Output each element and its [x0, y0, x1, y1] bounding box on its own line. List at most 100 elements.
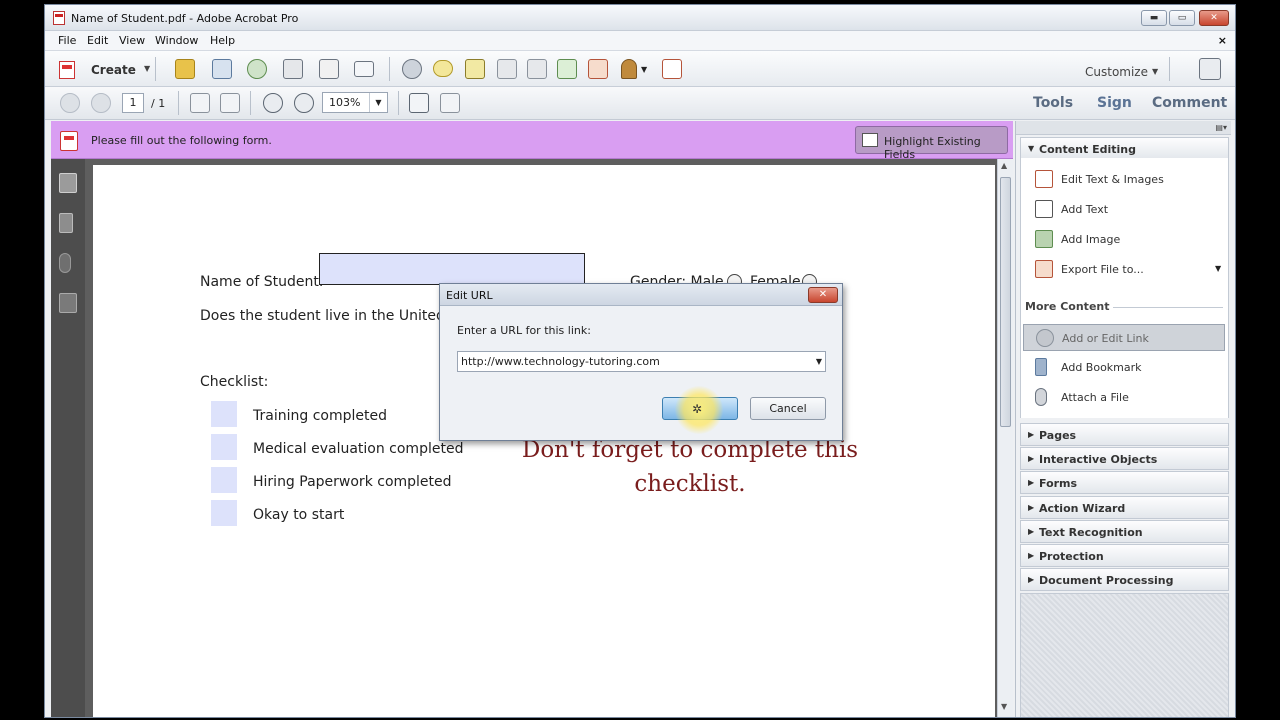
- dialog-close-button[interactable]: ✕: [808, 287, 838, 303]
- image-icon: [1035, 230, 1053, 248]
- tab-sign[interactable]: Sign: [1097, 95, 1132, 111]
- customize-menu[interactable]: Customize: [1085, 65, 1148, 79]
- dialog-title: Edit URL: [446, 289, 493, 302]
- url-dropdown-icon[interactable]: ▼: [816, 352, 822, 371]
- training-checkbox[interactable]: [211, 401, 237, 427]
- content-editing-header[interactable]: ▼ Content Editing: [1020, 137, 1229, 160]
- add-bookmark-item[interactable]: Add Bookmark: [1035, 356, 1223, 378]
- close-window-button[interactable]: ✕: [1199, 10, 1229, 26]
- notice-message: Please fill out the following form.: [91, 134, 272, 147]
- dialog-title-bar[interactable]: Edit URL ✕: [440, 284, 842, 306]
- collapsed-arrow-icon: ▶: [1028, 454, 1035, 463]
- cloud-upload-icon[interactable]: [247, 59, 267, 79]
- highlight-existing-fields-button[interactable]: Highlight Existing Fields: [855, 126, 1008, 161]
- zoom-in-icon[interactable]: [294, 93, 314, 113]
- text-recognition-section[interactable]: ▶ Text Recognition: [1020, 520, 1229, 543]
- export-file-item[interactable]: Export File to... ▼: [1035, 258, 1223, 280]
- hand-tool-icon[interactable]: [220, 93, 240, 113]
- redact-icon[interactable]: [497, 59, 517, 79]
- attach-file-item[interactable]: Attach a File: [1035, 386, 1223, 408]
- page-thumbnails-icon[interactable]: [59, 173, 77, 193]
- next-page-icon[interactable]: [91, 93, 111, 113]
- gear-icon[interactable]: [402, 59, 422, 79]
- item-label: Add Text: [1061, 203, 1109, 216]
- paperclip-icon: [1035, 388, 1047, 406]
- tab-tools[interactable]: Tools: [1033, 95, 1073, 111]
- edit-text-icon: [1035, 170, 1053, 188]
- menu-file[interactable]: File: [58, 34, 76, 47]
- add-or-edit-link-item[interactable]: Add or Edit Link: [1023, 324, 1225, 351]
- stamp-dropdown-icon[interactable]: ▼: [641, 65, 647, 74]
- zoom-level-field[interactable]: 103% ▼: [322, 92, 388, 113]
- text-box-icon[interactable]: [662, 59, 682, 79]
- restore-button[interactable]: ▭: [1169, 10, 1195, 26]
- navigation-pane-rail: [51, 159, 85, 717]
- edit-document-icon[interactable]: [319, 59, 339, 79]
- toolbar-separator: [155, 57, 156, 81]
- tab-comment[interactable]: Comment: [1152, 95, 1227, 111]
- bookmark-icon[interactable]: [59, 213, 73, 233]
- student-name-field[interactable]: [319, 253, 585, 285]
- stamp-icon[interactable]: [621, 59, 637, 79]
- panel-options-icon[interactable]: ▤▾: [1215, 123, 1227, 132]
- interactive-objects-section[interactable]: ▶ Interactive Objects: [1020, 447, 1229, 470]
- open-folder-icon[interactable]: [175, 59, 195, 79]
- document-scrollbar[interactable]: ▲ ▼: [997, 159, 1013, 717]
- scroll-up-icon[interactable]: ▲: [1001, 161, 1007, 170]
- export-document-icon[interactable]: [557, 59, 577, 79]
- previous-page-icon[interactable]: [60, 93, 80, 113]
- comment-bubble-icon[interactable]: [433, 60, 453, 77]
- cancel-button[interactable]: Cancel: [750, 397, 826, 420]
- fit-width-icon[interactable]: [440, 93, 460, 113]
- fit-page-icon[interactable]: [409, 93, 429, 113]
- print-icon[interactable]: [283, 59, 303, 79]
- close-document-icon[interactable]: ×: [1218, 34, 1227, 47]
- select-cursor-icon[interactable]: [190, 93, 210, 113]
- edit-url-dialog: Edit URL ✕ Enter a URL for this link: ht…: [439, 283, 843, 441]
- hiring-checkbox[interactable]: [211, 467, 237, 493]
- paperclip-icon[interactable]: [59, 253, 71, 273]
- scroll-thumb[interactable]: [1000, 177, 1011, 427]
- document-processing-section[interactable]: ▶ Document Processing: [1020, 568, 1229, 591]
- zoom-out-icon[interactable]: [263, 93, 283, 113]
- toolbar-separator: [389, 57, 390, 81]
- okay-to-start-checkbox[interactable]: [211, 500, 237, 526]
- zoom-dropdown-icon[interactable]: ▼: [369, 93, 387, 112]
- menu-window[interactable]: Window: [155, 34, 198, 47]
- title-bar[interactable]: Name of Student.pdf - Adobe Acrobat Pro …: [45, 5, 1235, 31]
- export-dropdown-icon[interactable]: ▼: [1215, 264, 1221, 273]
- protection-section[interactable]: ▶ Protection: [1020, 544, 1229, 567]
- save-icon[interactable]: [212, 59, 232, 79]
- action-wizard-section[interactable]: ▶ Action Wizard: [1020, 496, 1229, 519]
- medical-checkbox[interactable]: [211, 434, 237, 460]
- form-notice-bar: Please fill out the following form. High…: [51, 121, 1013, 161]
- ok-button[interactable]: ✲: [662, 386, 738, 434]
- cursor-icon: ✲: [692, 402, 703, 416]
- sign-document-icon[interactable]: [527, 59, 547, 79]
- customize-dropdown-icon[interactable]: ▼: [1152, 67, 1158, 76]
- url-input[interactable]: http://www.technology-tutoring.com ▼: [457, 351, 826, 372]
- chevron-down-icon: ▼: [144, 64, 151, 73]
- minimize-button[interactable]: ▬: [1141, 10, 1167, 26]
- scroll-down-icon[interactable]: ▼: [1001, 702, 1007, 711]
- name-of-student-label: Name of Student:: [200, 274, 324, 290]
- highlight-pen-icon[interactable]: [465, 59, 485, 79]
- menu-help[interactable]: Help: [210, 34, 235, 47]
- add-image-item[interactable]: Add Image: [1035, 228, 1223, 250]
- page-total: / 1: [151, 97, 166, 110]
- pages-section[interactable]: ▶ Pages: [1020, 423, 1229, 446]
- checklist-item: Okay to start: [253, 507, 345, 523]
- add-text-item[interactable]: Add Text: [1035, 198, 1223, 220]
- menu-edit[interactable]: Edit: [87, 34, 108, 47]
- fullscreen-icon[interactable]: [1199, 58, 1221, 80]
- page-number-input[interactable]: 1: [122, 93, 144, 113]
- section-label: Action Wizard: [1039, 502, 1126, 515]
- edit-text-images-item[interactable]: Edit Text & Images: [1035, 168, 1223, 190]
- bookmark-icon: [1035, 358, 1047, 376]
- signature-icon[interactable]: [59, 293, 77, 313]
- forms-section[interactable]: ▶ Forms: [1020, 471, 1229, 494]
- form-edit-icon[interactable]: [588, 59, 608, 79]
- email-icon[interactable]: [354, 61, 374, 77]
- menu-view[interactable]: View: [119, 34, 145, 47]
- create-button[interactable]: Create ▼: [55, 59, 150, 81]
